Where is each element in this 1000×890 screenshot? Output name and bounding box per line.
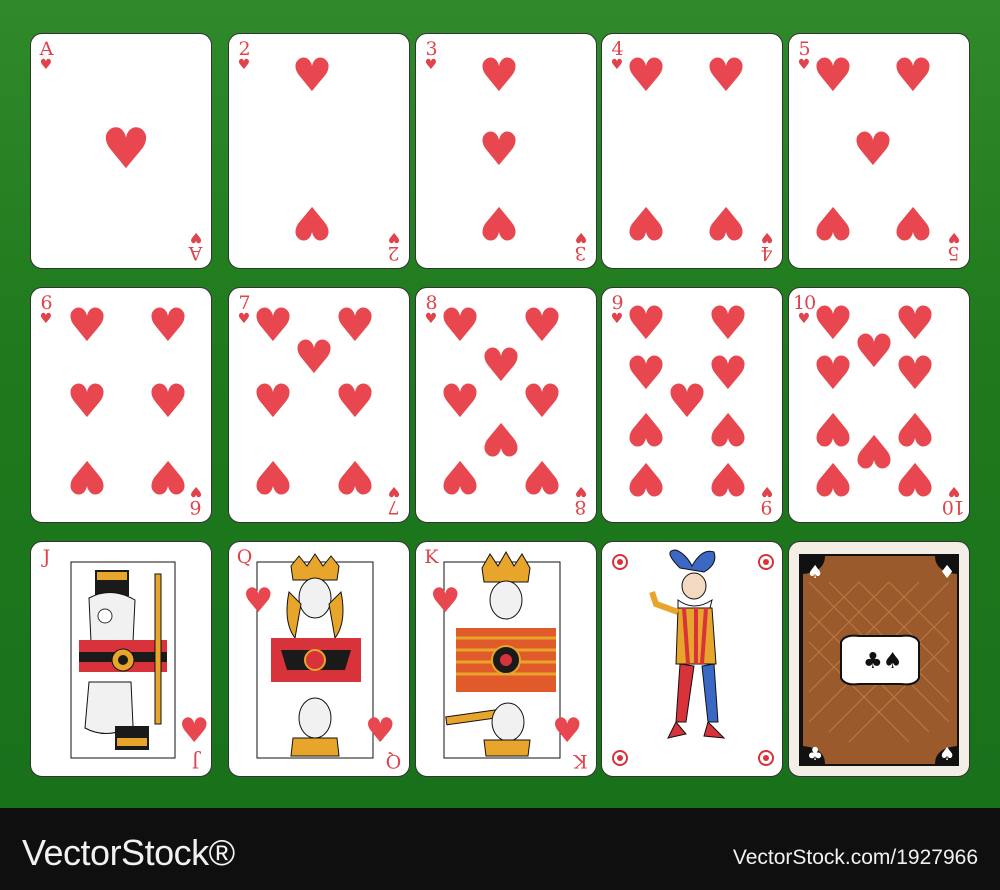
jack-portrait-icon: ♥: [70, 561, 209, 759]
card-jack-of-hearts[interactable]: ♥ J J: [30, 541, 212, 777]
heart-pip-icon: ♥: [291, 48, 333, 102]
card-2-of-hearts[interactable]: 2 ♥ 2 ♥ ♥ ♥: [228, 33, 410, 269]
card-back-pattern-icon: ♣♠ ♠ ♦ ♣ ♠: [799, 554, 959, 766]
card-index-bottom: 5 ♥: [947, 229, 961, 264]
card-king-of-hearts[interactable]: ♥ ♥ K K: [415, 541, 597, 777]
card-index-bottom: 2 ♥: [387, 229, 401, 264]
card-6-of-hearts[interactable]: 6 ♥ 6 ♥ ♥ ♥ ♥ ♥ ♥ ♥: [30, 287, 212, 523]
card-index-bottom: 4 ♥: [760, 229, 774, 264]
heart-pip-icon: ♥: [894, 346, 936, 400]
heart-pip-icon: ♥: [252, 450, 294, 504]
heart-pip-icon: ♥: [625, 402, 667, 456]
heart-pip-icon: ♥: [625, 296, 667, 350]
heart-pip-icon: ♥: [66, 374, 108, 428]
heart-pip-icon: ♥: [812, 452, 854, 506]
card-index-top: K: [424, 546, 438, 568]
card-index-bottom: 9 ♥: [760, 483, 774, 518]
card-index-bottom: 8 ♥: [574, 483, 588, 518]
heart-pip-icon: ♥: [478, 196, 520, 250]
svg-text:♣: ♣: [807, 744, 823, 765]
card-4-of-hearts[interactable]: 4 ♥ 4 ♥ ♥ ♥ ♥ ♥: [601, 33, 783, 269]
card-10-of-hearts[interactable]: 10 ♥ 10 ♥ ♥ ♥ ♥ ♥ ♥ ♥ ♥ ♥ ♥ ♥: [788, 287, 970, 523]
heart-pip-icon: ♥: [66, 298, 108, 352]
heart-pip-icon: ♥: [892, 48, 934, 102]
card-index-bottom: K: [574, 750, 588, 772]
card-joker[interactable]: [601, 541, 783, 777]
card-index-bottom: Q: [386, 750, 402, 772]
heart-pip-icon: ♥: [705, 196, 747, 250]
heart-pip-icon: ♥: [147, 298, 189, 352]
watermark-image-id: VectorStock.com/1927966: [732, 846, 978, 869]
card-7-of-hearts[interactable]: 7 ♥ 7 ♥ ♥ ♥ ♥ ♥ ♥ ♥ ♥: [228, 287, 410, 523]
card-index-top: 2 ♥: [237, 38, 251, 73]
card-back[interactable]: ♣♠ ♠ ♦ ♣ ♠: [788, 541, 970, 777]
svg-text:♥: ♥: [243, 581, 273, 621]
card-3-of-hearts[interactable]: 3 ♥ 3 ♥ ♥ ♥ ♥: [415, 33, 597, 269]
queen-portrait-icon: ♥ ♥: [243, 553, 395, 759]
card-table: A ♥ A ♥ ♥ 2 ♥ 2 ♥ ♥ ♥ 3 ♥ 3 ♥ ♥ ♥ ♥ 4 ♥ 4 ♥ ♥ ♥ …: [0, 0, 1000, 808]
heart-pip-icon: ♥: [707, 452, 749, 506]
svg-text:♠: ♠: [939, 744, 955, 765]
heart-pip-icon: ♥: [707, 296, 749, 350]
card-8-of-hearts[interactable]: 8 ♥ 8 ♥ ♥ ♥ ♥ ♥ ♥ ♥ ♥ ♥: [415, 287, 597, 523]
card-index-bottom: 7 ♥: [387, 483, 401, 518]
heart-pip-icon: ♥: [625, 196, 667, 250]
card-5-of-hearts[interactable]: 5 ♥ 5 ♥ ♥ ♥ ♥ ♥ ♥: [788, 33, 970, 269]
heart-pip-icon: ♥: [66, 450, 108, 504]
card-index-bottom: 10 ♥: [942, 483, 965, 518]
heart-pip-icon: ♥: [521, 450, 563, 504]
card-index-bottom: A ♥: [189, 229, 203, 264]
heart-pip-icon: ♥: [293, 330, 335, 384]
heart-pip-icon: ♥: [147, 374, 189, 428]
heart-pip-icon: ♥: [334, 450, 376, 504]
card-index-bottom: 3 ♥: [574, 229, 588, 264]
heart-pip-icon: ♥: [892, 196, 934, 250]
card-index-top: A ♥: [39, 38, 54, 73]
svg-text:♥: ♥: [430, 581, 460, 621]
heart-pip-icon: ♥: [852, 122, 894, 176]
svg-text:♥: ♥: [552, 711, 582, 751]
card-queen-of-hearts[interactable]: ♥ ♥ Q Q: [228, 541, 410, 777]
svg-text:♠: ♠: [807, 562, 823, 583]
heart-pip-icon: ♥: [812, 48, 854, 102]
heart-pip-icon: ♥: [291, 196, 333, 250]
king-portrait-icon: ♥ ♥: [430, 550, 582, 759]
watermark-logo: VectorStock®: [22, 832, 235, 873]
heart-pip-icon: ♥: [705, 48, 747, 102]
heart-pip-icon: ♥: [812, 196, 854, 250]
heart-pip-icon: ♥: [100, 117, 152, 182]
card-index-top: Q: [236, 546, 253, 568]
svg-text:♥: ♥: [365, 711, 395, 751]
card-ace-of-hearts[interactable]: A ♥ A ♥ ♥: [30, 33, 212, 269]
card-index-top: 3 ♥: [424, 38, 438, 73]
joker-figure-icon: [612, 549, 774, 766]
watermark-bar: VectorStock® VectorStock.com/1927966: [0, 808, 1000, 890]
heart-pip-icon: ♥: [812, 346, 854, 400]
heart-pip-icon: ♥: [252, 374, 294, 428]
heart-pip-icon: ♥: [478, 48, 520, 102]
heart-pip-icon: ♥: [625, 48, 667, 102]
svg-text:♥: ♥: [179, 711, 209, 751]
svg-text:♦: ♦: [939, 562, 955, 583]
card-index-top: 6 ♥: [39, 292, 53, 327]
heart-pip-icon: ♥: [707, 402, 749, 456]
card-index-top: J: [42, 546, 51, 568]
svg-text:♣♠: ♣♠: [863, 649, 902, 674]
heart-pip-icon: ♥: [439, 450, 481, 504]
heart-pip-icon: ♥: [625, 452, 667, 506]
heart-pip-icon: ♥: [894, 452, 936, 506]
card-index-bottom: J: [192, 750, 200, 772]
heart-pip-icon: ♥: [334, 374, 376, 428]
heart-pip-icon: ♥: [147, 450, 189, 504]
heart-pip-icon: ♥: [478, 122, 520, 176]
card-9-of-hearts[interactable]: 9 ♥ 9 ♥ ♥ ♥ ♥ ♥ ♥ ♥ ♥ ♥ ♥: [601, 287, 783, 523]
